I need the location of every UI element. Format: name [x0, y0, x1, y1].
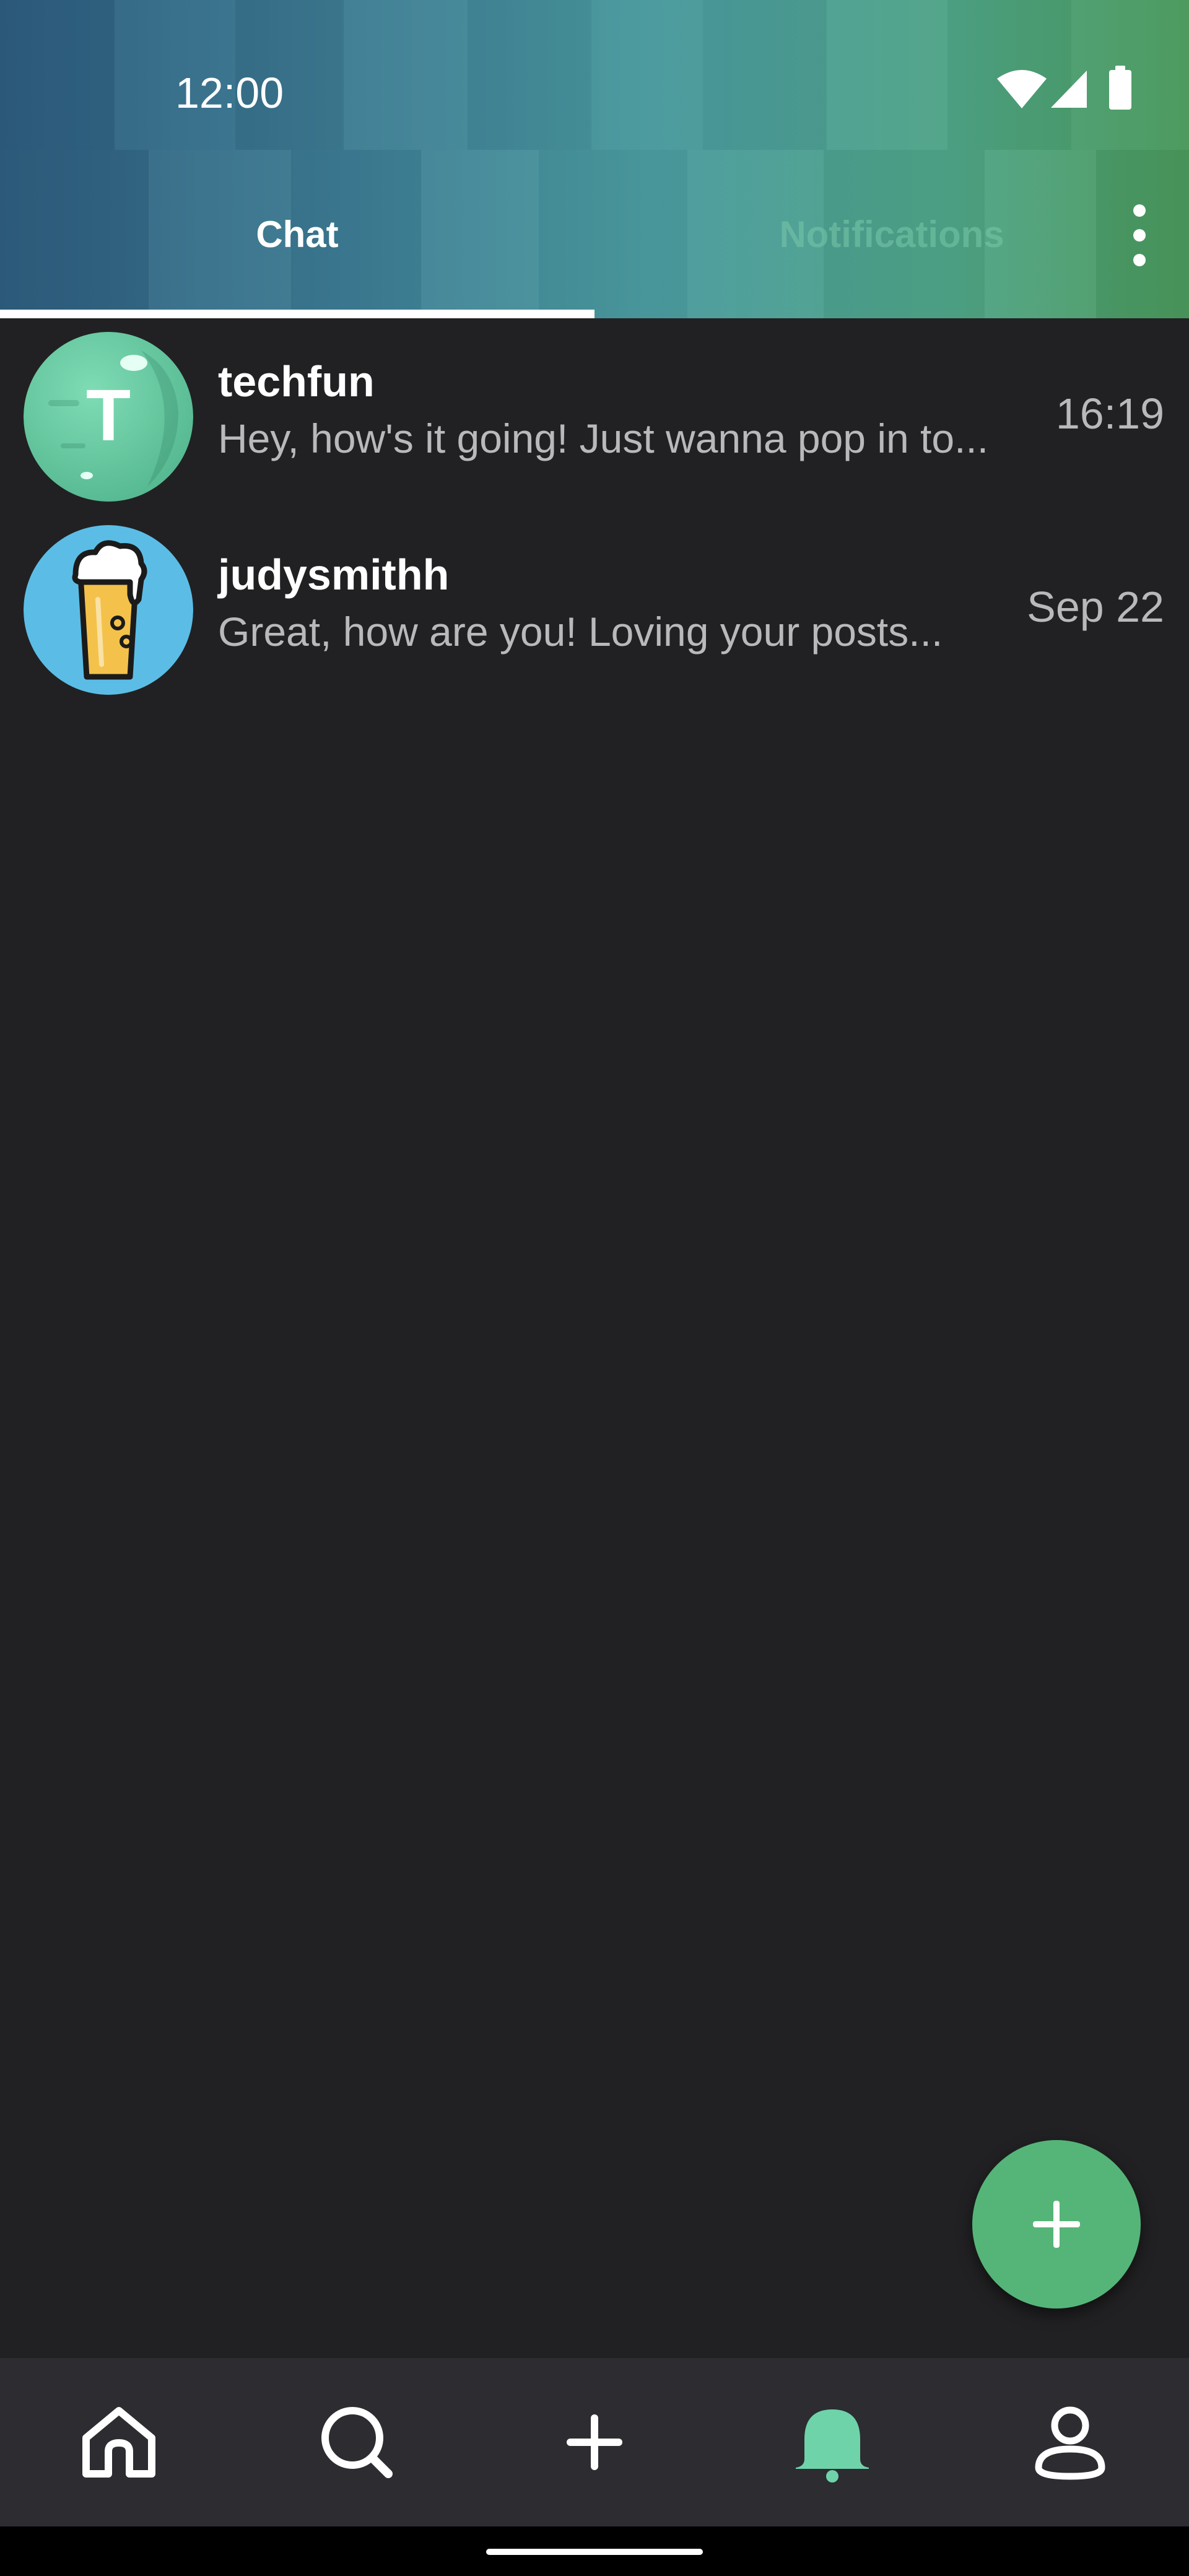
- chat-time: Sep 22: [1027, 583, 1164, 631]
- more-vert-icon[interactable]: [1115, 186, 1164, 285]
- beer-icon: [24, 525, 193, 695]
- app-root: 12:00 Chat Notifications T techfun Hey, …: [0, 0, 1189, 2576]
- nav-create[interactable]: [476, 2358, 713, 2526]
- search-icon: [321, 2407, 393, 2478]
- wifi-icon: [997, 70, 1047, 108]
- status-time: 12:00: [175, 69, 284, 117]
- tab-notifications[interactable]: Notifications: [594, 150, 1189, 318]
- profile-icon: [1035, 2406, 1105, 2480]
- status-bar: 12:00: [0, 0, 1189, 150]
- chat-time: 16:19: [1055, 389, 1164, 438]
- nav-home[interactable]: [0, 2358, 238, 2526]
- chat-preview: Great, how are you! Loving your posts...: [218, 609, 943, 655]
- avatar: T: [24, 332, 193, 502]
- chat-list-item[interactable]: judysmithh Great, how are you! Loving yo…: [0, 515, 1189, 707]
- app-header: 12:00 Chat Notifications: [0, 0, 1189, 318]
- tab-indicator: [0, 310, 594, 318]
- signal-icon: [1051, 71, 1087, 108]
- nav-notifications[interactable]: [713, 2358, 951, 2526]
- home-icon: [82, 2407, 155, 2478]
- chat-preview: Hey, how's it going! Just wanna pop in t…: [218, 416, 989, 461]
- nav-profile[interactable]: [951, 2358, 1189, 2526]
- plus-icon: [567, 2414, 622, 2470]
- bottom-navigation: [0, 2358, 1189, 2526]
- chat-list-item[interactable]: T techfun Hey, how's it going! Just wann…: [0, 322, 1189, 514]
- new-chat-button[interactable]: [972, 2140, 1141, 2308]
- avatar-letter-icon: T: [24, 332, 193, 502]
- avatar-letter: T: [86, 375, 131, 456]
- avatar: [24, 525, 193, 695]
- nav-search[interactable]: [238, 2358, 476, 2526]
- bell-icon: [796, 2409, 869, 2482]
- battery-icon: [1109, 66, 1131, 110]
- tab-chat[interactable]: Chat: [0, 150, 594, 318]
- plus-icon: [1033, 2201, 1080, 2248]
- tab-bar: Chat Notifications: [0, 150, 1189, 318]
- home-indicator[interactable]: [486, 2549, 703, 2555]
- chat-name: judysmithh: [218, 550, 450, 599]
- chat-name: techfun: [218, 357, 375, 406]
